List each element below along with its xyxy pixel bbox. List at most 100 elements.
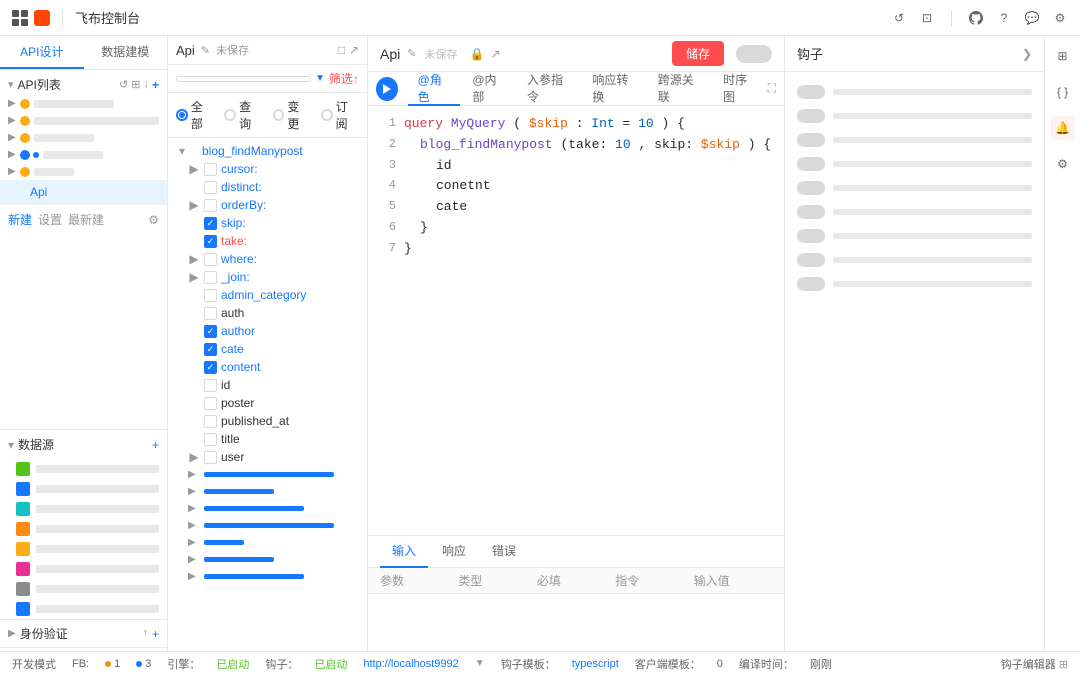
chat-icon[interactable]: 💬 xyxy=(1024,10,1040,26)
field-author[interactable]: ▶ author xyxy=(168,322,367,340)
ds-item-7[interactable] xyxy=(0,579,167,599)
hook-toggle[interactable] xyxy=(797,253,825,267)
datasource-header[interactable]: ▾ 数据源 + xyxy=(0,430,167,459)
field-admin[interactable]: ▶ admin_category xyxy=(168,286,367,304)
auth-add-icon[interactable]: + xyxy=(152,627,159,641)
ds-item-5[interactable] xyxy=(0,539,167,559)
where-checkbox[interactable] xyxy=(204,253,217,266)
field-where[interactable]: ▶ where: xyxy=(168,250,367,268)
save-button[interactable]: 储存 xyxy=(672,41,724,66)
field-skip[interactable]: ▶ skip: xyxy=(168,214,367,232)
share-icon[interactable]: ↗ xyxy=(490,47,500,61)
api-tree-item-4[interactable]: ▶ xyxy=(0,146,167,163)
api-active-label[interactable]: Api xyxy=(22,183,55,201)
auth-upload-icon[interactable]: ↑ xyxy=(142,627,148,641)
user-checkbox[interactable] xyxy=(204,451,217,464)
api-layout-icon[interactable]: ⊞ xyxy=(131,78,140,92)
copy-icon[interactable]: □ xyxy=(338,43,345,57)
radio-subscription[interactable]: 订阅 xyxy=(321,98,359,132)
take-checkbox[interactable] xyxy=(204,235,217,248)
radio-mutation[interactable]: 变更 xyxy=(273,98,311,132)
field-published-at[interactable]: ▶ published_at xyxy=(168,412,367,430)
new-link[interactable]: 新建 xyxy=(8,211,32,228)
hooks-chevron-icon[interactable]: ❯ xyxy=(1022,47,1032,61)
field-take[interactable]: ▶ take: xyxy=(168,232,367,250)
share-icon[interactable]: ↗ xyxy=(349,43,359,57)
join-expand[interactable]: ▶ xyxy=(188,271,200,283)
github-icon[interactable] xyxy=(968,10,984,26)
hook-toggle[interactable] xyxy=(797,109,825,123)
screenshot-icon[interactable]: ⊡ xyxy=(919,10,935,26)
hook-url[interactable]: http://localhost9992 xyxy=(363,658,458,670)
filter-button[interactable]: 筛选↑ xyxy=(329,70,359,87)
tab-sequence[interactable]: 时序图 xyxy=(713,72,766,106)
id-checkbox[interactable] xyxy=(204,379,217,392)
pencil-icon[interactable]: ✎ xyxy=(201,44,210,57)
api-tree-item-5[interactable]: ▶ xyxy=(0,163,167,180)
panel-gear-icon[interactable]: ⚙ xyxy=(1051,152,1075,176)
toggle-switch[interactable] xyxy=(736,45,772,63)
orderby-checkbox[interactable] xyxy=(204,199,217,212)
api-tree-item-3[interactable]: ▶ xyxy=(0,129,167,146)
auth-checkbox[interactable] xyxy=(204,307,217,320)
field-root[interactable]: ▾ blog_findManypost xyxy=(168,142,367,160)
skip-checkbox[interactable] xyxy=(204,217,217,230)
orderby-expand[interactable]: ▶ xyxy=(188,199,200,211)
field-poster[interactable]: ▶ poster xyxy=(168,394,367,412)
radio-all[interactable]: 全部 xyxy=(176,98,214,132)
published-checkbox[interactable] xyxy=(204,415,217,428)
field-cate[interactable]: ▶ cate xyxy=(168,340,367,358)
cursor-checkbox[interactable] xyxy=(204,163,217,176)
cate-checkbox[interactable] xyxy=(204,343,217,356)
admin-checkbox[interactable] xyxy=(204,289,217,302)
ds-item-8[interactable] xyxy=(0,599,167,619)
tab-internal[interactable]: @内部 xyxy=(462,72,515,106)
panel-bell-icon[interactable]: 🔔 xyxy=(1051,116,1075,140)
expand-icon[interactable]: ⛶ xyxy=(768,81,776,96)
auth-header[interactable]: ▶ 身份验证 ↑ + xyxy=(0,620,167,647)
field-join[interactable]: ▶ _join: xyxy=(168,268,367,286)
lock-icon[interactable]: 🔒 xyxy=(469,47,484,61)
field-user[interactable]: ▶ user xyxy=(168,448,367,466)
poster-checkbox[interactable] xyxy=(204,397,217,410)
hook-toggle[interactable] xyxy=(797,133,825,147)
hook-toggle[interactable] xyxy=(797,229,825,243)
api-item-active[interactable]: Api xyxy=(0,180,167,204)
panel-code-icon[interactable]: { } xyxy=(1051,80,1075,104)
field-distinct[interactable]: ▶ distinct: xyxy=(168,178,367,196)
title-checkbox[interactable] xyxy=(204,433,217,446)
api-tree-item-2[interactable]: ▶ xyxy=(0,112,167,129)
content-checkbox[interactable] xyxy=(204,361,217,374)
field-auth[interactable]: ▶ auth xyxy=(168,304,367,322)
api-tree-item-1[interactable]: ▶ xyxy=(0,95,167,112)
bottom-tab-response[interactable]: 响应 xyxy=(430,536,478,568)
dropdown-arrow[interactable]: ▼ xyxy=(475,658,485,669)
tab-data-modeling[interactable]: 数据建模 xyxy=(84,36,168,69)
tab-role[interactable]: @角色 xyxy=(408,72,461,106)
panel-toggle-icon[interactable]: ⊞ xyxy=(1051,44,1075,68)
ds-item-6[interactable] xyxy=(0,559,167,579)
field-id[interactable]: ▶ id xyxy=(168,376,367,394)
api-download-icon[interactable]: ↓ xyxy=(143,78,149,92)
hook-toggle[interactable] xyxy=(797,205,825,219)
tab-response-transform[interactable]: 响应转换 xyxy=(582,72,645,106)
tab-api-design[interactable]: API设计 xyxy=(0,36,84,69)
code-editor[interactable]: 1 query MyQuery ( $skip : Int = 10 ) { 2… xyxy=(368,106,784,535)
author-checkbox[interactable] xyxy=(204,325,217,338)
field-content[interactable]: ▶ content xyxy=(168,358,367,376)
hook-toggle[interactable] xyxy=(797,181,825,195)
tab-cross-source[interactable]: 跨源关联 xyxy=(648,72,711,106)
ds-item-3[interactable] xyxy=(0,499,167,519)
hook-template-value[interactable]: typescript xyxy=(572,658,619,670)
hook-toggle[interactable] xyxy=(797,277,825,291)
gear-icon[interactable]: ⚙ xyxy=(148,213,159,227)
ds-item-1[interactable] xyxy=(0,459,167,479)
hook-editor-link[interactable]: 钩子编辑器 ⊞ xyxy=(1001,656,1068,672)
ds-add-icon[interactable]: + xyxy=(152,438,159,452)
edit-icon[interactable]: ✎ xyxy=(407,47,416,60)
join-checkbox[interactable] xyxy=(204,271,217,284)
hook-toggle[interactable] xyxy=(797,85,825,99)
api-refresh-icon[interactable]: ↺ xyxy=(119,78,128,92)
expand-icon[interactable]: ▾ xyxy=(176,145,188,157)
ds-item-2[interactable] xyxy=(0,479,167,499)
